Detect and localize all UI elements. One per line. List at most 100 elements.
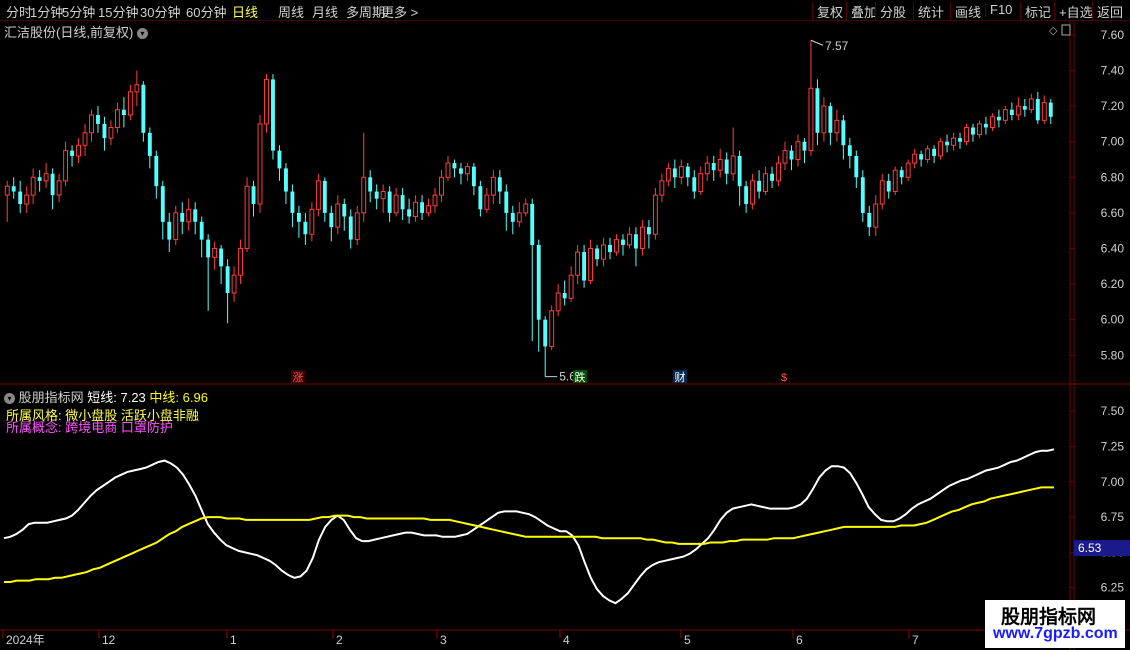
candle xyxy=(1022,106,1027,110)
candle xyxy=(1015,105,1021,116)
candle xyxy=(996,116,1001,121)
candle xyxy=(147,132,152,156)
tool-button-2[interactable]: 分股 xyxy=(875,2,906,21)
candle xyxy=(432,194,438,207)
short-line-value: 短线: 7.23 xyxy=(87,390,146,405)
candle xyxy=(238,248,244,276)
period-tab-6[interactable]: 日线 xyxy=(232,2,258,21)
candle xyxy=(776,162,781,182)
candle xyxy=(912,153,918,164)
candle xyxy=(231,274,237,294)
candle xyxy=(193,209,198,222)
candle xyxy=(219,248,224,267)
candle xyxy=(678,166,684,178)
ind-tick-label: 7.50 xyxy=(1101,404,1125,418)
candle xyxy=(841,120,846,146)
candle xyxy=(977,123,982,136)
candle xyxy=(244,185,250,249)
candle xyxy=(757,180,762,192)
candle xyxy=(180,212,185,222)
tool-button-0[interactable]: 复权 xyxy=(812,2,843,21)
candle xyxy=(692,177,697,192)
ind-tick-label: 7.25 xyxy=(1101,439,1125,453)
candle xyxy=(264,78,269,125)
tool-button-4[interactable]: 画线 xyxy=(950,2,981,21)
candle xyxy=(89,114,94,134)
period-tab-1[interactable]: 1分钟 xyxy=(30,2,63,21)
stock-name: 汇洁股份(日线,前复权) xyxy=(4,25,134,40)
marker-dollar: $ xyxy=(781,372,787,384)
stock-chart[interactable]: 5.80 6.00 6.20 6.40 6.60 6.80 7.00 7.20 7.40 7.60… xyxy=(0,20,1130,650)
x-label-2: 1 xyxy=(230,633,237,647)
period-tab-7[interactable]: 周线 xyxy=(278,2,304,21)
candle xyxy=(426,205,431,214)
marker-cai: 财 xyxy=(675,370,686,384)
candle xyxy=(96,115,100,124)
chevron-down-icon[interactable]: ▾ xyxy=(136,28,148,40)
tool-button-3[interactable]: 统计 xyxy=(913,2,944,21)
candle xyxy=(536,244,541,320)
candle xyxy=(770,173,774,181)
candle xyxy=(892,169,898,193)
candle xyxy=(925,148,931,161)
candle xyxy=(958,138,962,142)
candle xyxy=(134,84,140,93)
candle xyxy=(484,194,490,210)
candle xyxy=(575,251,581,276)
period-tab-8[interactable]: 月线 xyxy=(312,2,338,21)
candle xyxy=(802,141,807,151)
candle xyxy=(251,186,256,204)
candle xyxy=(393,194,399,214)
candle xyxy=(199,221,204,240)
candle xyxy=(984,123,988,128)
candle xyxy=(854,155,859,178)
tool-button-8[interactable]: 返回 xyxy=(1092,2,1123,21)
candle xyxy=(56,180,62,196)
period-tab-4[interactable]: 30分钟 xyxy=(140,2,180,21)
candle xyxy=(789,150,794,160)
x-label-7: 6 xyxy=(796,633,803,647)
tool-button-7[interactable]: +自选 xyxy=(1054,2,1093,21)
period-tab-9[interactable]: 多周期 xyxy=(346,2,385,21)
candle xyxy=(763,173,769,193)
candle xyxy=(886,180,891,192)
candle xyxy=(160,186,165,222)
indicator-name: 股朋指标网 xyxy=(18,390,84,405)
candle xyxy=(530,204,535,245)
candle xyxy=(834,119,840,134)
period-tab-2[interactable]: 5分钟 xyxy=(62,2,95,21)
candle xyxy=(685,166,690,178)
tool-button-1[interactable]: 叠加 xyxy=(846,2,877,21)
period-tab-10[interactable]: 更多 > xyxy=(381,2,418,21)
candle xyxy=(744,186,749,204)
candle xyxy=(37,177,42,181)
candle xyxy=(225,266,230,293)
candle xyxy=(549,310,555,347)
tool-button-5[interactable]: F10 xyxy=(985,2,1012,17)
candle xyxy=(588,248,594,282)
candle xyxy=(989,116,995,128)
candle xyxy=(335,203,341,228)
candle xyxy=(445,162,451,178)
mid-line-value: 中线: 6.96 xyxy=(149,390,208,405)
candle xyxy=(730,155,736,175)
candle xyxy=(284,168,288,192)
period-tab-3[interactable]: 15分钟 xyxy=(98,2,138,21)
candle xyxy=(724,159,729,174)
candle xyxy=(608,244,612,253)
tool-button-6[interactable]: 标记 xyxy=(1020,2,1051,21)
current-tag: 6.53 xyxy=(1078,541,1102,555)
candle xyxy=(43,173,49,182)
x-label-4: 3 xyxy=(440,633,447,647)
candle xyxy=(348,216,353,240)
period-tab-5[interactable]: 60分钟 xyxy=(186,2,226,21)
candle xyxy=(847,145,852,156)
candle xyxy=(555,292,561,312)
candle xyxy=(621,239,625,245)
watermark-url: www.7gpzb.com xyxy=(993,625,1118,642)
chevron-down-icon[interactable]: ▾ xyxy=(4,393,15,405)
candle xyxy=(497,177,502,192)
candle xyxy=(413,201,419,217)
high-annotation: 7.57 xyxy=(825,39,849,53)
period-tab-0[interactable]: 分时 xyxy=(6,2,32,21)
